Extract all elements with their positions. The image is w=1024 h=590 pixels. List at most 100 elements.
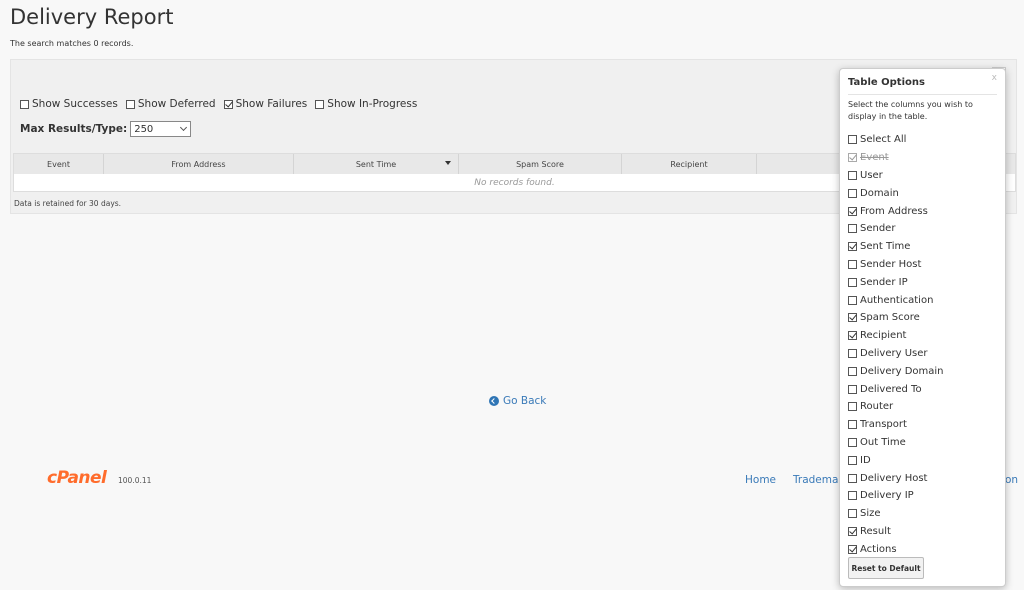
filter-show-successes[interactable]: Show Successes [20,98,118,110]
column-option-label: Sender IP [860,276,908,288]
checkbox-icon[interactable] [848,259,857,269]
checkbox-icon[interactable] [848,135,857,145]
column-option-label: Authentication [860,294,934,306]
checkbox-icon[interactable] [20,99,29,109]
checkbox-checked-icon[interactable] [848,526,857,536]
column-option-sender-host[interactable]: Sender Host [848,256,944,274]
retention-note: Data is retained for 30 days. [14,199,122,208]
filter-show-failures[interactable]: Show Failures [223,98,308,110]
popover-title: Table Options [848,77,925,88]
checkbox-checked-icon[interactable] [848,242,857,252]
column-option-label: User [860,169,883,181]
column-option-delivery-host[interactable]: Delivery Host [848,469,944,487]
checkbox-checked-icon[interactable] [848,331,857,341]
column-option-label: Delivery User [860,347,928,359]
checkbox-icon[interactable] [315,99,325,109]
checkbox-icon[interactable] [848,402,857,412]
column-option-label: Delivery IP [860,490,914,502]
max-results-select[interactable]: 250 [130,121,192,137]
checkbox-icon[interactable] [848,277,857,287]
checkbox-icon[interactable] [125,99,135,109]
column-option-label: Delivery Domain [860,365,944,377]
column-option-label: Router [860,401,894,413]
checkbox-icon[interactable] [848,384,857,394]
checkbox-checked-icon[interactable] [848,313,857,323]
filter-show-in-progress[interactable]: Show In-Progress [315,98,417,110]
checkbox-icon[interactable] [848,473,857,483]
column-option-domain[interactable]: Domain [848,184,944,202]
column-option-label: Size [860,508,881,520]
column-option-label: Select All [860,134,907,146]
column-option-sent-time[interactable]: Sent Time [848,238,944,256]
max-results-row: Max Results/Type: 250 [20,121,192,137]
checkbox-icon[interactable] [848,491,857,501]
checkbox-icon[interactable] [848,170,857,180]
checkbox-icon[interactable] [848,295,857,305]
cpanel-logo: cPanel [47,468,107,488]
reset-to-default-button[interactable]: Reset to Default [848,557,924,579]
column-option-delivery-user[interactable]: Delivery User [848,345,944,363]
checkbox-icon[interactable] [848,420,857,430]
column-option-delivered-to[interactable]: Delivered To [848,380,944,398]
column-option-id[interactable]: ID [848,451,944,469]
filter-show-deferred[interactable]: Show Deferred [125,98,216,110]
checkbox-icon[interactable] [848,437,857,447]
column-option-from-address[interactable]: From Address [848,202,944,220]
column-header-spam-score[interactable]: Spam Score [459,154,622,174]
column-options-list: Select All Event User Domain From Addres… [848,131,944,558]
column-option-label: Spam Score [860,312,920,324]
column-option-transport[interactable]: Transport [848,416,944,434]
filter-label: Show Failures [235,98,308,110]
column-header-event[interactable]: Event [14,154,104,174]
column-option-recipient[interactable]: Recipient [848,327,944,345]
column-option-label: Sent Time [860,241,911,253]
sort-desc-icon [445,161,451,165]
column-option-authentication[interactable]: Authentication [848,291,944,309]
max-results-label: Max Results/Type: [20,123,128,135]
page-title: Delivery Report [10,5,174,29]
column-option-router[interactable]: Router [848,398,944,416]
column-option-label: Actions [860,543,897,555]
checkbox-icon[interactable] [848,509,857,519]
column-option-delivery-domain[interactable]: Delivery Domain [848,362,944,380]
filter-label: Show Successes [32,98,118,110]
popover-description: Select the columns you wish to display i… [848,100,973,121]
checkbox-checked-icon[interactable] [848,544,857,554]
filter-label: Show Deferred [137,98,216,110]
column-option-user[interactable]: User [848,167,944,185]
column-option-sender-ip[interactable]: Sender IP [848,273,944,291]
filter-label: Show In-Progress [327,98,418,110]
column-header-from-address[interactable]: From Address [104,154,294,174]
column-header-label: Sent Time [355,159,397,169]
column-option-actions[interactable]: Actions [848,540,944,558]
checkbox-icon[interactable] [848,366,857,376]
divider [848,94,997,95]
column-option-size[interactable]: Size [848,505,944,523]
checkbox-icon[interactable] [848,224,857,234]
go-back-label: Go Back [503,395,547,407]
footer-link-home[interactable]: Home [745,474,776,486]
go-back-link[interactable]: Go Back [489,395,546,407]
column-option-delivery-ip[interactable]: Delivery IP [848,487,944,505]
column-option-label: Delivered To [860,383,922,395]
column-option-result[interactable]: Result [848,523,944,541]
column-option-label: Event [860,152,889,164]
footer-link-partial[interactable]: on [1005,474,1018,486]
column-option-select-all[interactable]: Select All [848,131,944,149]
checkbox-icon[interactable] [848,188,857,198]
column-option-label: Domain [860,187,899,199]
column-option-out-time[interactable]: Out Time [848,434,944,452]
close-icon[interactable]: x [992,73,997,83]
column-option-spam-score[interactable]: Spam Score [848,309,944,327]
checkbox-checked-icon[interactable] [848,206,857,216]
column-option-label: ID [860,454,871,466]
checkbox-checked-icon[interactable] [223,99,233,109]
max-results-value: 250 [134,123,154,135]
column-option-sender[interactable]: Sender [848,220,944,238]
column-header-sent-time[interactable]: Sent Time [294,154,459,174]
checkbox-icon[interactable] [848,455,857,465]
chevron-down-icon [180,123,188,132]
column-header-recipient[interactable]: Recipient [622,154,757,174]
version-text: 100.0.11 [118,476,152,485]
checkbox-icon[interactable] [848,348,857,358]
